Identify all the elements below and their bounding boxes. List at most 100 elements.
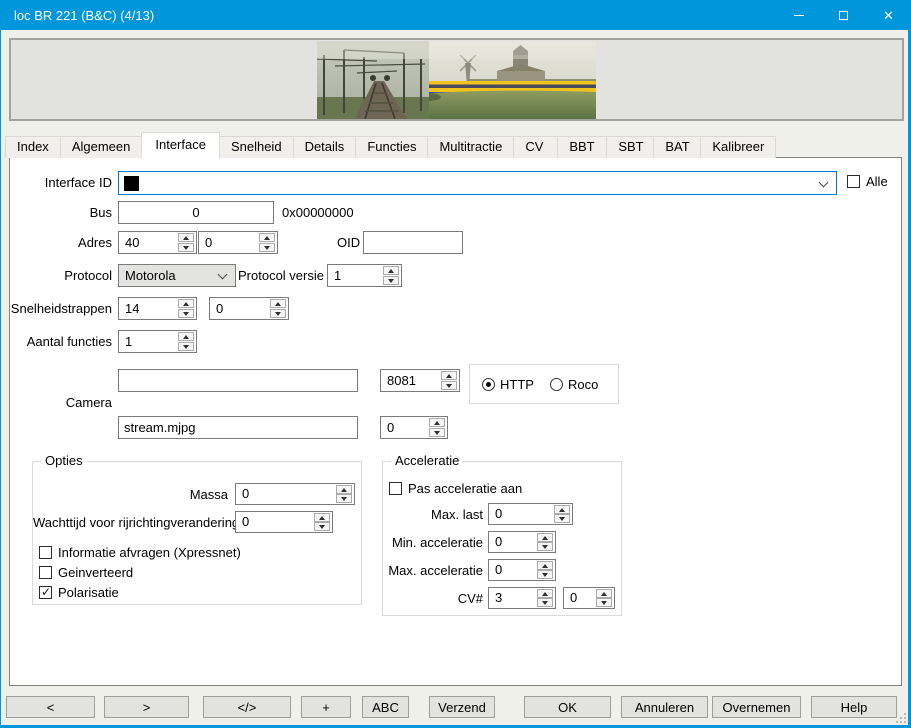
spin-down-icon[interactable] <box>314 522 330 531</box>
chevron-down-icon[interactable] <box>218 270 228 280</box>
spin-up-icon[interactable] <box>178 299 194 308</box>
tab-sbt[interactable]: SBT <box>606 136 654 158</box>
adres-spinner-1[interactable]: 40 <box>118 231 197 254</box>
adres-spinner-2[interactable]: 0 <box>198 231 278 254</box>
window-title: loc BR 221 (B&C) (4/13) <box>0 8 154 23</box>
spin-down-icon[interactable] <box>178 243 194 252</box>
abc-button[interactable]: ABC <box>362 696 409 718</box>
close-button[interactable]: ✕ <box>866 0 911 30</box>
geinverteerd-checkbox[interactable]: Geinverteerd <box>39 565 133 580</box>
prev-button[interactable]: < <box>6 696 95 718</box>
spin-down-icon[interactable] <box>336 494 352 503</box>
tab-index[interactable]: Index <box>5 136 61 158</box>
camera-type-http-radio[interactable]: HTTP <box>482 377 534 392</box>
code-button[interactable]: </> <box>203 696 291 718</box>
camera-type-roco-radio[interactable]: Roco <box>550 377 598 392</box>
wachttijd-spinner[interactable]: 0 <box>235 511 333 533</box>
massa-spinner[interactable]: 0 <box>235 483 355 505</box>
spin-down-icon[interactable] <box>178 309 194 318</box>
spin-down-icon[interactable] <box>178 342 194 351</box>
aantal-functies-spinner[interactable]: 1 <box>118 330 197 353</box>
annuleren-button[interactable]: Annuleren <box>621 696 708 718</box>
spin-up-icon[interactable] <box>441 371 457 380</box>
spin-down-icon[interactable] <box>537 570 553 579</box>
help-button[interactable]: Help <box>811 696 897 718</box>
spin-up-icon[interactable] <box>554 505 570 514</box>
tab-snelheid[interactable]: Snelheid <box>219 136 294 158</box>
spin-up-icon[interactable] <box>383 266 399 275</box>
cv-spinner-1[interactable]: 3 <box>488 587 556 609</box>
snelheidstrappen-spinner-2[interactable]: 0 <box>209 297 289 320</box>
camera-label: Camera <box>10 395 112 411</box>
spin-up-icon[interactable] <box>270 299 286 308</box>
checkbox-unchecked-icon[interactable] <box>39 546 52 559</box>
next-button[interactable]: > <box>104 696 189 718</box>
ok-button[interactable]: OK <box>524 696 611 718</box>
tab-multitractie[interactable]: Multitractie <box>427 136 514 158</box>
spin-down-icon[interactable] <box>383 276 399 285</box>
resize-grip[interactable] <box>895 712 906 723</box>
verzend-button[interactable]: Verzend <box>429 696 495 718</box>
spin-up-icon[interactable] <box>314 513 330 522</box>
overnemen-button[interactable]: Overnemen <box>712 696 801 718</box>
max-acceleratie-spinner[interactable]: 0 <box>488 559 556 581</box>
radio-selected-icon[interactable] <box>482 378 495 391</box>
camera-port-spinner[interactable]: 8081 <box>380 369 460 392</box>
alle-checkbox[interactable]: Alle <box>847 174 888 189</box>
min-acceleratie-spinner[interactable]: 0 <box>488 531 556 553</box>
spin-up-icon[interactable] <box>537 589 553 598</box>
spin-up-icon[interactable] <box>537 561 553 570</box>
checkbox-unchecked-icon[interactable] <box>39 566 52 579</box>
cv-value-2: 0 <box>570 590 577 605</box>
add-button[interactable]: + <box>301 696 351 718</box>
radio-unselected-icon[interactable] <box>550 378 563 391</box>
snelheidstrappen-spinner-1[interactable]: 14 <box>118 297 197 320</box>
tab-bat[interactable]: BAT <box>653 136 701 158</box>
xpressnet-checkbox[interactable]: Informatie afvragen (Xpressnet) <box>39 545 241 560</box>
max-acceleratie-label: Max. acceleratie <box>383 563 483 579</box>
camera-spinner-2[interactable]: 0 <box>380 416 448 439</box>
oid-input[interactable] <box>363 231 463 254</box>
protocol-versie-spinner[interactable]: 1 <box>327 264 402 287</box>
tab-kalibreer[interactable]: Kalibreer <box>700 136 776 158</box>
polarisatie-checkbox[interactable]: Polarisatie <box>39 585 119 600</box>
tab-algemeen[interactable]: Algemeen <box>60 136 143 158</box>
pas-acceleratie-checkbox[interactable]: Pas acceleratie aan <box>389 481 522 496</box>
spin-down-icon[interactable] <box>537 598 553 607</box>
spin-down-icon[interactable] <box>537 542 553 551</box>
banner-photo <box>317 41 596 119</box>
camera-url-input[interactable] <box>118 369 358 392</box>
chevron-down-icon[interactable] <box>819 178 829 188</box>
tab-interface[interactable]: Interface <box>141 132 220 158</box>
max-last-spinner[interactable]: 0 <box>488 503 573 525</box>
spin-up-icon[interactable] <box>259 233 275 242</box>
cv-spinner-2[interactable]: 0 <box>563 587 615 609</box>
spin-up-icon[interactable] <box>596 589 612 598</box>
tab-functies[interactable]: Functies <box>355 136 428 158</box>
maximize-button[interactable] <box>821 0 866 30</box>
camera-stream-input[interactable] <box>118 416 358 439</box>
bus-input[interactable] <box>118 201 274 224</box>
spin-up-icon[interactable] <box>178 233 194 242</box>
alle-checkbox-label: Alle <box>866 174 888 189</box>
spin-up-icon[interactable] <box>336 485 352 494</box>
spin-up-icon[interactable] <box>537 533 553 542</box>
tab-cv[interactable]: CV <box>513 136 558 158</box>
checkbox-checked-icon[interactable] <box>39 586 52 599</box>
checkbox-unchecked-icon[interactable] <box>389 482 402 495</box>
spin-up-icon[interactable] <box>178 332 194 341</box>
spin-up-icon[interactable] <box>429 418 445 427</box>
alle-checkbox-box[interactable] <box>847 175 860 188</box>
spin-down-icon[interactable] <box>554 514 570 523</box>
protocol-combobox[interactable]: Motorola <box>118 264 236 287</box>
tab-bbt[interactable]: BBT <box>557 136 607 158</box>
spin-down-icon[interactable] <box>596 598 612 607</box>
spin-down-icon[interactable] <box>429 428 445 437</box>
tab-details[interactable]: Details <box>293 136 357 158</box>
minimize-button[interactable] <box>776 0 821 30</box>
spin-down-icon[interactable] <box>259 243 275 252</box>
interface-id-combobox[interactable] <box>118 171 837 195</box>
tab-content-panel: Interface ID Alle Bus 0x00000000 Adres 4… <box>9 157 902 686</box>
spin-down-icon[interactable] <box>270 309 286 318</box>
spin-down-icon[interactable] <box>441 381 457 390</box>
